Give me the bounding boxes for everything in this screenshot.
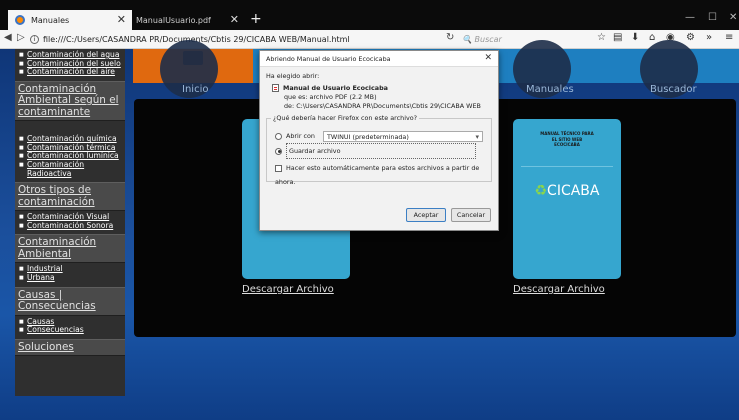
dialog-body: Ha elegido abrir: Manual de Usuario Ecoc… [260, 67, 498, 187]
app-select-value: TWINUI (predeterminada) [327, 132, 409, 141]
question-label: ¿Qué debería hacer Firefox con este arch… [271, 114, 420, 122]
menu-icon[interactable]: ≡ [725, 32, 733, 43]
auto-label[interactable]: Hacer esto automáticamente para estos ar… [275, 164, 479, 186]
download-dialog: Abriendo Manual de Usuario Ecocicaba ✕ H… [259, 50, 499, 231]
dialog-title: Abriendo Manual de Usuario Ecocicaba [266, 55, 391, 63]
auto-row: Hacer esto automáticamente para estos ar… [275, 161, 485, 186]
bookmark-star-icon[interactable]: ☆ [597, 32, 606, 43]
nav-buscador[interactable]: Buscador [650, 84, 697, 95]
file-row: Manual de Usuario Ecocicaba [266, 84, 492, 93]
manual-card-right[interactable]: Manual Técnico para el Sitio Web Ecocica… [513, 119, 621, 279]
sidebar-link[interactable]: Contaminación del aire [19, 68, 125, 77]
info-icon[interactable]: i [30, 35, 39, 44]
open-with-label[interactable]: Abrir con [286, 132, 315, 140]
sidebar-group-3: Contaminación Visual Contaminación Sonor… [15, 211, 125, 234]
chosen-label: Ha elegido abrir: [266, 72, 320, 80]
file-type-row: que es: archivo PDF (2.2 MB) [266, 93, 492, 102]
sidebar-heading[interactable]: Soluciones [15, 338, 125, 357]
reload-icon[interactable]: ↻ [446, 32, 454, 43]
action-group: ¿Qué debería hacer Firefox con este arch… [266, 114, 492, 186]
extension-icon[interactable]: ⚙ [686, 32, 695, 43]
download-icon[interactable]: ⬇ [631, 32, 639, 43]
back-icon[interactable]: ◀ [4, 32, 12, 43]
close-window-icon[interactable]: ✕ [729, 12, 737, 23]
accept-button[interactable]: Aceptar [406, 208, 446, 222]
download-link-right[interactable]: Descargar Archivo [513, 284, 605, 295]
tab-bar: Manuales ✕ ManualUsuario.pdf ✕ + — ☐ ✕ [0, 0, 739, 30]
auto-checkbox[interactable] [275, 164, 282, 172]
sidebar-heading[interactable]: Causas | Consecuencias [15, 286, 125, 316]
home-icon[interactable]: ⌂ [649, 32, 655, 43]
card-title: Manual Técnico para el Sitio Web Ecocica… [540, 131, 594, 147]
navigation-bar: ◀ ▷ i file:///C:/Users/CASANDRA PR/Docume… [0, 30, 739, 49]
save-file-radio[interactable] [275, 147, 282, 155]
open-with-row: Abrir con TWINUI (predeterminada) ▾ [275, 129, 485, 143]
close-tab-icon[interactable]: ✕ [117, 13, 126, 26]
sidebar-group-5: Causas Consecuencias [15, 316, 125, 339]
from-prefix: de: [284, 102, 295, 110]
sidebar-heading[interactable]: Otros tipos de contaminación [15, 182, 125, 212]
tab-manuales[interactable]: Manuales ✕ [8, 10, 132, 30]
file-source-row: de: C:\Users\CASANDRA PR\Documents\Cbtis… [266, 102, 492, 111]
url-bar[interactable]: i file:///C:/Users/CASANDRA PR/Documents/… [30, 32, 440, 47]
firefox-icon [15, 15, 25, 25]
tab-label: ManualUsuario.pdf [136, 15, 211, 25]
maximize-icon[interactable]: ☐ [708, 12, 717, 23]
sidebar-group-1: Contaminación del agua Contaminación del… [15, 49, 125, 81]
cancel-button[interactable]: Cancelar [451, 208, 491, 222]
sidebar-heading[interactable]: Contaminación Ambiental según el contami… [15, 80, 125, 122]
card-divider [521, 165, 613, 167]
tab-manualusuario[interactable]: ManualUsuario.pdf ✕ [133, 10, 245, 30]
pdf-file-icon [272, 84, 279, 92]
sidebar-group-4: Industrial Urbana [15, 263, 125, 286]
minimize-icon[interactable]: — [685, 12, 695, 23]
sidebar-link[interactable]: Contaminación Sonora [19, 221, 125, 231]
download-link-left[interactable]: Descargar Archivo [242, 284, 334, 295]
nav-manuales[interactable]: Manuales [526, 84, 574, 95]
reading-list-icon[interactable]: ▤ [613, 32, 622, 43]
sidebar-link[interactable]: Urbana [19, 273, 125, 283]
more-tools-icon[interactable]: » [706, 32, 712, 43]
forward-icon[interactable]: ▷ [17, 32, 25, 43]
new-tab-button[interactable]: + [250, 11, 262, 27]
sidebar: Contaminación del agua Contaminación del… [15, 49, 125, 396]
open-with-radio[interactable] [275, 132, 282, 140]
nav-inicio[interactable]: Inicio [182, 84, 208, 95]
dialog-close-icon[interactable]: ✕ [484, 53, 492, 63]
sidebar-group-2: Contaminación química Contaminación térm… [15, 121, 125, 182]
cicaba-logo: ♻CICABA [534, 182, 600, 199]
type-prefix: que es: [284, 93, 308, 101]
save-file-label[interactable]: Guardar archivo [286, 143, 476, 159]
type-value: archivo PDF (2.2 MB) [309, 93, 377, 101]
close-tab-icon[interactable]: ✕ [230, 13, 239, 26]
chevron-down-icon: ▾ [475, 132, 480, 141]
save-row: Guardar archivo [275, 143, 485, 159]
file-name: Manual de Usuario Ecocicaba [283, 84, 388, 92]
sidebar-link[interactable]: Consecuencias [19, 326, 125, 335]
dialog-titlebar: Abriendo Manual de Usuario Ecocicaba ✕ [260, 51, 498, 67]
tab-label: Manuales [31, 15, 70, 25]
from-value: C:\Users\CASANDRA PR\Documents\Cbtis 29\… [296, 102, 481, 110]
sidebar-heading[interactable]: Contaminación Ambiental [15, 234, 125, 264]
search-placeholder: Buscar [474, 35, 502, 44]
sidebar-link[interactable]: Contaminación Radioactiva [19, 160, 125, 178]
app-select[interactable]: TWINUI (predeterminada) ▾ [323, 130, 484, 142]
